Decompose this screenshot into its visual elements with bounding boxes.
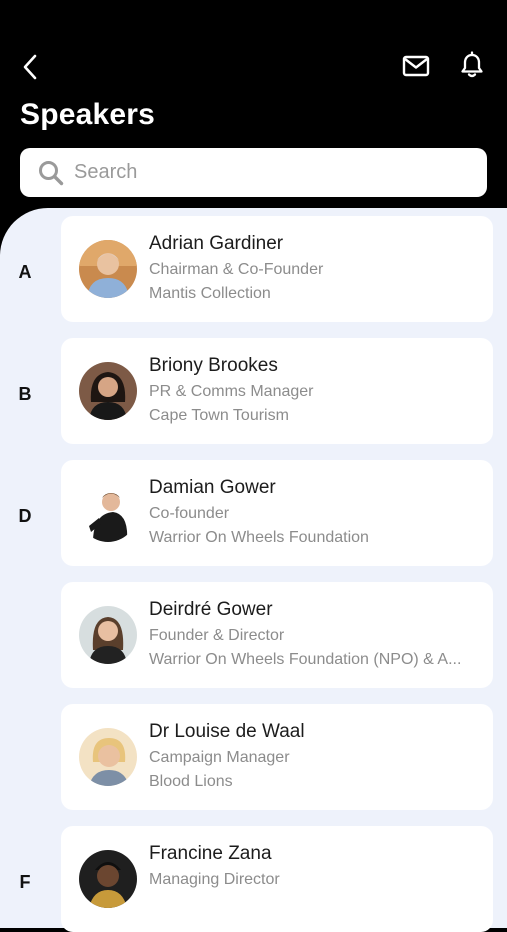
speaker-role: Campaign Manager: [149, 749, 290, 766]
speaker-role: Founder & Director: [149, 627, 285, 644]
speaker-role: Managing Director: [149, 871, 280, 888]
back-button[interactable]: [14, 50, 46, 84]
speaker-name: Francine Zana: [149, 843, 272, 864]
back-arrow-icon: [23, 54, 37, 80]
speaker-organization: Warrior On Wheels Foundation: [149, 529, 369, 546]
speaker-organization: Blood Lions: [149, 773, 233, 790]
page-title: Speakers: [20, 98, 156, 131]
speaker-organization: Mantis Collection: [149, 285, 271, 302]
speaker-role: Co-founder: [149, 505, 230, 522]
speaker-card[interactable]: Briony Brookes PR & Comms Manager Cape T…: [61, 338, 493, 444]
search-bar[interactable]: [20, 148, 487, 197]
speaker-name: Damian Gower: [149, 477, 276, 498]
avatar: [79, 728, 137, 786]
speaker-name: Deirdré Gower: [149, 599, 273, 620]
notifications-button[interactable]: [455, 48, 489, 82]
speaker-role: PR & Comms Manager: [149, 383, 314, 400]
search-icon: [38, 159, 66, 187]
bell-icon: [461, 51, 483, 78]
mail-icon: [402, 55, 430, 77]
speaker-role: Chairman & Co-Founder: [149, 261, 324, 278]
speaker-card[interactable]: Dr Louise de Waal Campaign Manager Blood…: [61, 704, 493, 810]
section-letter: A: [18, 262, 32, 282]
avatar: [79, 362, 137, 420]
avatar: [79, 484, 137, 542]
speaker-organization: Cape Town Tourism: [149, 407, 289, 424]
speakers-list[interactable]: A B D F Adrian Gardiner Chairman & Co-Fo…: [0, 208, 507, 932]
app-header: Speakers: [0, 0, 507, 230]
section-letter: F: [19, 872, 31, 892]
speaker-card[interactable]: Damian Gower Co-founder Warrior On Wheel…: [61, 460, 493, 566]
section-letter: B: [18, 384, 32, 404]
speaker-name: Briony Brookes: [149, 355, 278, 376]
speaker-name: Adrian Gardiner: [149, 233, 284, 254]
section-letter: D: [18, 506, 32, 526]
speaker-card[interactable]: Francine Zana Managing Director: [61, 826, 493, 932]
speaker-organization: Warrior On Wheels Foundation (NPO) & A..…: [149, 651, 462, 668]
avatar: [79, 850, 137, 908]
search-input[interactable]: [72, 160, 456, 185]
avatar: [79, 606, 137, 664]
speaker-card[interactable]: Adrian Gardiner Chairman & Co-Founder Ma…: [61, 216, 493, 322]
speaker-name: Dr Louise de Waal: [149, 721, 305, 742]
mail-button[interactable]: [399, 50, 433, 82]
avatar: [79, 240, 137, 298]
speaker-card[interactable]: Deirdré Gower Founder & Director Warrior…: [61, 582, 493, 688]
